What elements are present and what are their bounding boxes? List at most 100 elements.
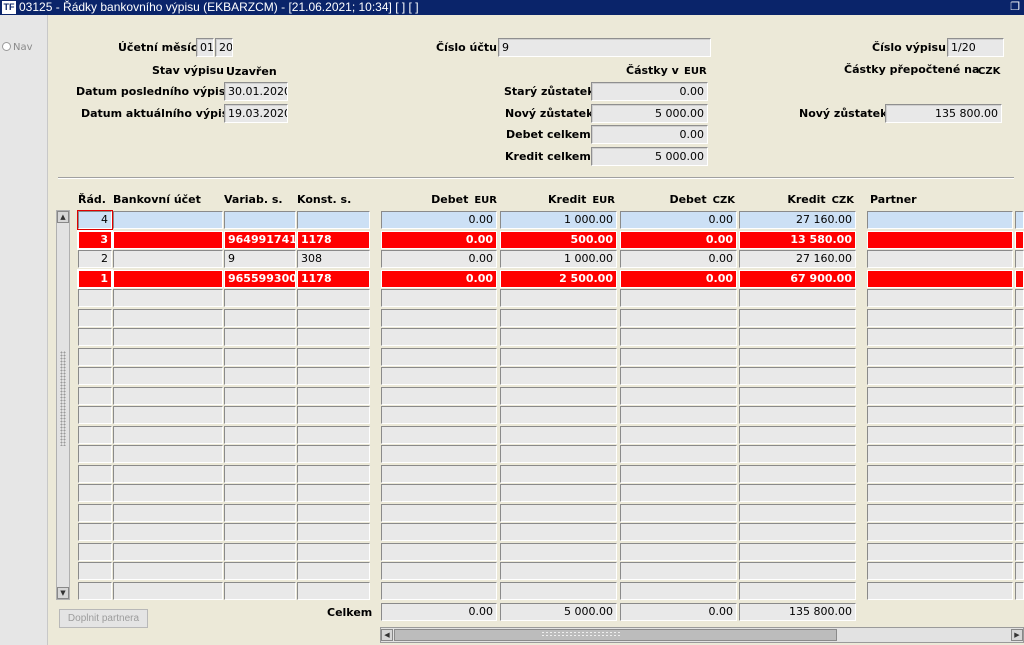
cell-debet-czk[interactable] (620, 543, 737, 561)
cell-variab[interactable]: 9 (224, 250, 296, 268)
cell-kredit-eur[interactable] (500, 387, 617, 405)
cell-partner[interactable] (867, 562, 1013, 580)
cell-kredit-czk[interactable]: 13 580.00 (739, 231, 856, 249)
cell-kredit-eur[interactable] (500, 289, 617, 307)
cell-bankovni-ucet[interactable] (113, 582, 223, 600)
cell-variab[interactable] (224, 309, 296, 327)
cell-konst[interactable] (297, 562, 370, 580)
datum-aktualniho-field[interactable]: 19.03.2020 (224, 104, 288, 123)
cell-bankovni-ucet[interactable] (113, 406, 223, 424)
cell-kredit-czk[interactable]: 27 160.00 (739, 250, 856, 268)
cell-kredit-eur[interactable] (500, 465, 617, 483)
cell-kredit-eur[interactable] (500, 582, 617, 600)
cell-kredit-czk[interactable]: 67 900.00 (739, 270, 856, 288)
cell-bankovni-ucet[interactable] (113, 270, 223, 288)
cell-konst[interactable] (297, 406, 370, 424)
cell-debet-eur[interactable] (381, 543, 497, 561)
cell-partner[interactable] (867, 543, 1013, 561)
cell-konst[interactable] (297, 367, 370, 385)
cell-rad[interactable] (78, 289, 112, 307)
cell-debet-eur[interactable] (381, 562, 497, 580)
cell-partner[interactable] (867, 445, 1013, 463)
cell-konst[interactable] (297, 426, 370, 444)
cell-debet-eur[interactable] (381, 328, 497, 346)
cell-debet-eur[interactable]: 0.00 (381, 250, 497, 268)
cell-overflow[interactable] (1015, 309, 1024, 327)
cell-debet-eur[interactable] (381, 484, 497, 502)
cell-rad[interactable] (78, 309, 112, 327)
cell-konst[interactable]: 1178 (297, 270, 370, 288)
cell-variab[interactable] (224, 328, 296, 346)
stary-zustatek-field[interactable]: 0.00 (591, 82, 708, 101)
cell-konst[interactable] (297, 289, 370, 307)
kredit-celkem-field[interactable]: 5 000.00 (591, 147, 708, 166)
cell-rad[interactable] (78, 523, 112, 541)
cell-overflow[interactable] (1015, 582, 1024, 600)
cell-debet-czk[interactable] (620, 406, 737, 424)
horizontal-scrollbar[interactable]: ◀ ▶ (380, 627, 1024, 643)
cell-variab[interactable] (224, 465, 296, 483)
cell-bankovni-ucet[interactable] (113, 543, 223, 561)
cell-debet-eur[interactable] (381, 426, 497, 444)
cell-overflow[interactable] (1015, 231, 1024, 249)
cell-bankovni-ucet[interactable] (113, 523, 223, 541)
cell-partner[interactable] (867, 504, 1013, 522)
cell-overflow[interactable] (1015, 543, 1024, 561)
scroll-grip[interactable] (60, 351, 66, 446)
nav-button[interactable]: Nav (2, 40, 36, 56)
cell-kredit-eur[interactable] (500, 543, 617, 561)
cell-debet-eur[interactable]: 0.00 (381, 270, 497, 288)
cell-variab[interactable] (224, 289, 296, 307)
cell-kredit-eur[interactable] (500, 328, 617, 346)
cell-partner[interactable] (867, 250, 1013, 268)
cell-variab[interactable] (224, 484, 296, 502)
ucetni-mesic-month-field[interactable]: 01 (196, 38, 214, 57)
cell-bankovni-ucet[interactable] (113, 348, 223, 366)
cell-konst[interactable] (297, 523, 370, 541)
cell-kredit-czk[interactable] (739, 445, 856, 463)
cell-kredit-eur[interactable] (500, 484, 617, 502)
cell-rad[interactable] (78, 406, 112, 424)
cell-kredit-czk[interactable] (739, 328, 856, 346)
cell-variab[interactable] (224, 387, 296, 405)
cell-debet-czk[interactable] (620, 328, 737, 346)
cell-overflow[interactable] (1015, 465, 1024, 483)
cell-variab[interactable]: 9655993009 (224, 270, 296, 288)
cell-rad[interactable] (78, 562, 112, 580)
cell-bankovni-ucet[interactable] (113, 484, 223, 502)
cell-partner[interactable] (867, 328, 1013, 346)
debet-celkem-field[interactable]: 0.00 (591, 125, 708, 144)
cell-debet-eur[interactable] (381, 504, 497, 522)
cell-debet-czk[interactable] (620, 484, 737, 502)
novy-zustatek-field[interactable]: 5 000.00 (591, 104, 708, 123)
cell-debet-czk[interactable] (620, 504, 737, 522)
cell-variab[interactable]: 9649917414 (224, 231, 296, 249)
cell-konst[interactable] (297, 309, 370, 327)
ucetni-mesic-year-field[interactable]: 20 (215, 38, 233, 57)
cell-bankovni-ucet[interactable] (113, 387, 223, 405)
cell-variab[interactable] (224, 523, 296, 541)
cell-debet-czk[interactable] (620, 387, 737, 405)
cell-debet-czk[interactable] (620, 309, 737, 327)
cell-bankovni-ucet[interactable] (113, 250, 223, 268)
cell-bankovni-ucet[interactable] (113, 465, 223, 483)
cell-debet-eur[interactable] (381, 406, 497, 424)
cell-rad[interactable] (78, 484, 112, 502)
cell-bankovni-ucet[interactable] (113, 289, 223, 307)
cell-kredit-eur[interactable] (500, 367, 617, 385)
cell-kredit-czk[interactable] (739, 523, 856, 541)
cell-overflow[interactable] (1015, 484, 1024, 502)
cell-kredit-eur[interactable]: 500.00 (500, 231, 617, 249)
cell-partner[interactable] (867, 348, 1013, 366)
cell-bankovni-ucet[interactable] (113, 562, 223, 580)
vertical-scrollbar[interactable]: ▲ ▼ (56, 210, 70, 600)
cell-kredit-eur[interactable] (500, 309, 617, 327)
cell-overflow[interactable] (1015, 289, 1024, 307)
cell-rad[interactable] (78, 426, 112, 444)
cell-partner[interactable] (867, 465, 1013, 483)
arrow-left-icon[interactable]: ◀ (381, 629, 393, 641)
cell-overflow[interactable] (1015, 387, 1024, 405)
cell-partner[interactable] (867, 289, 1013, 307)
cislo-vypisu-field[interactable]: 1/20 (947, 38, 1004, 57)
cell-rad[interactable]: 3 (77, 230, 113, 250)
